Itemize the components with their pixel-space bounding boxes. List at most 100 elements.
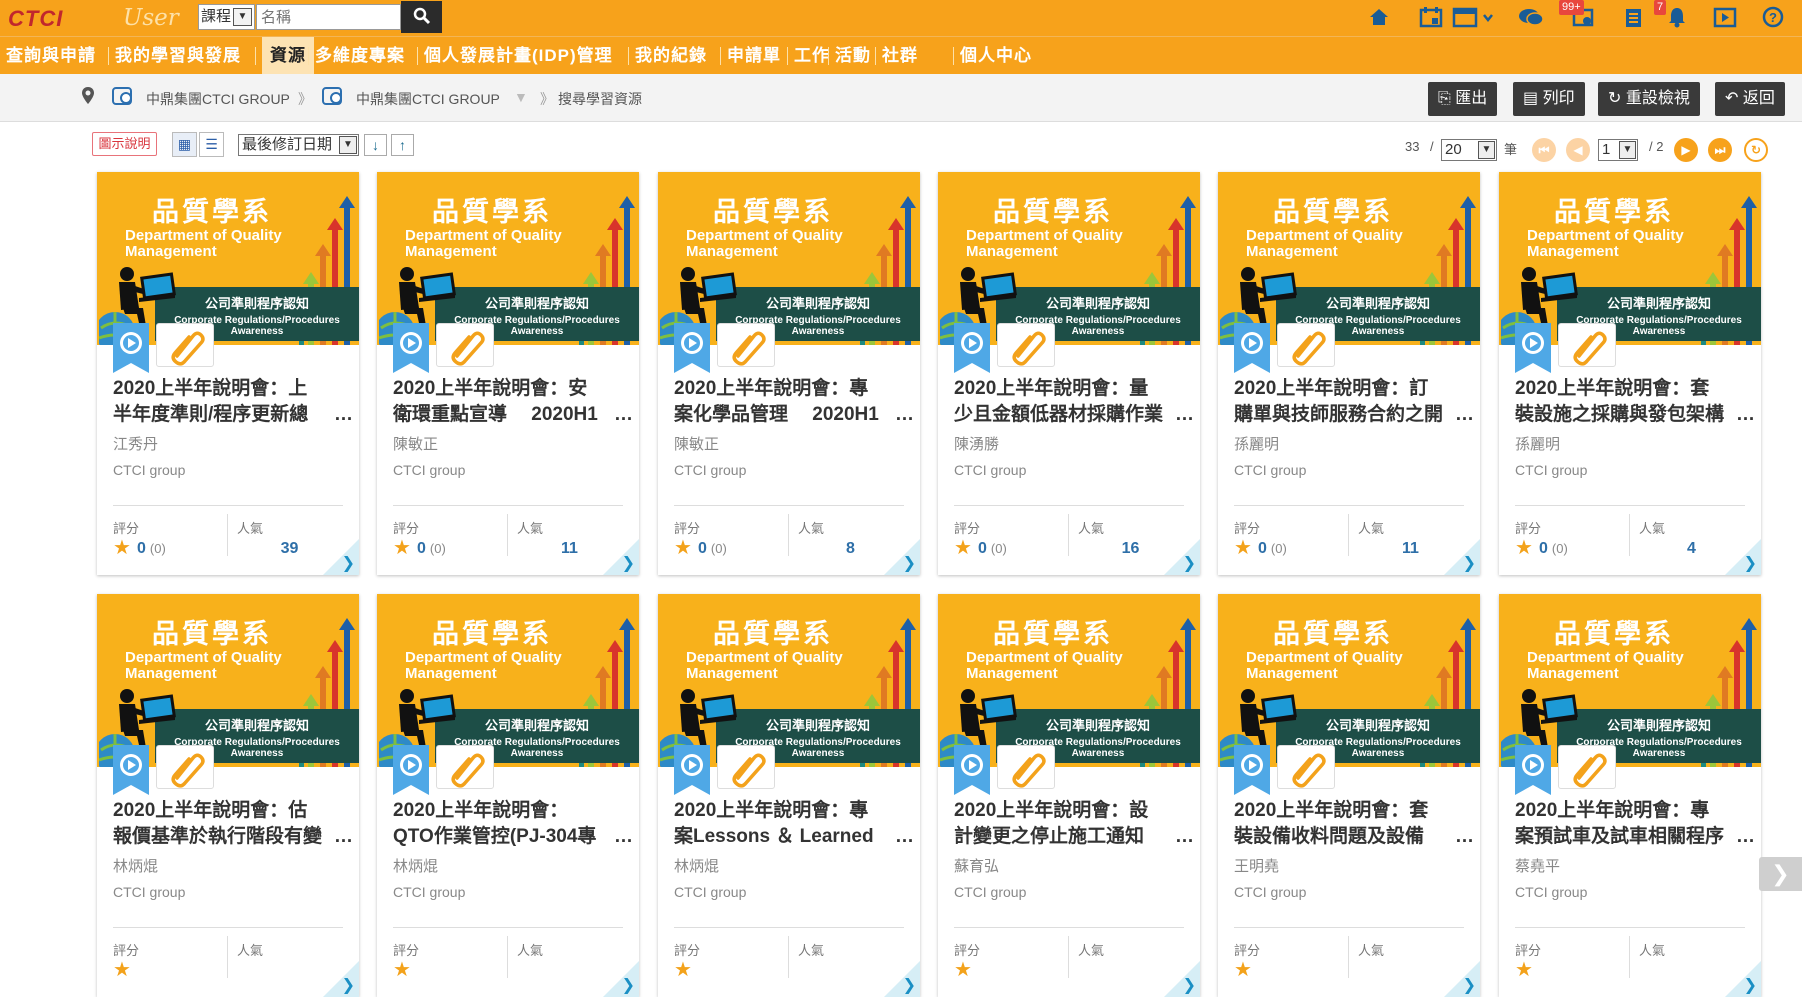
attachment-icon[interactable] bbox=[436, 745, 494, 789]
chevron-right-icon[interactable]: ❯ bbox=[1463, 975, 1476, 995]
attachment-icon[interactable] bbox=[436, 323, 494, 367]
chevron-right-icon[interactable]: ❯ bbox=[1744, 553, 1757, 573]
search-button[interactable] bbox=[401, 1, 442, 33]
course-card[interactable]: 品質學系 Department of Quality Management 公司準則程… bbox=[97, 594, 359, 997]
calendar-icon[interactable] bbox=[1418, 6, 1444, 30]
nav-item-0[interactable]: 查詢與申請 bbox=[6, 37, 96, 75]
attachment-icon[interactable] bbox=[1558, 323, 1616, 367]
chevron-right-icon[interactable]: ❯ bbox=[903, 975, 916, 995]
document-list-icon[interactable] bbox=[1620, 6, 1646, 30]
course-card[interactable]: 品質學系 Department of Quality Management 公司準則程… bbox=[938, 594, 1200, 997]
course-thumbnail[interactable]: 品質學系 Department of Quality Management 公司準則程… bbox=[377, 594, 639, 767]
chevron-right-icon[interactable]: ❯ bbox=[903, 553, 916, 573]
nav-item-9[interactable]: 社群 bbox=[882, 37, 918, 75]
breadcrumb-item-org[interactable]: 中鼎集團CTCI GROUP bbox=[146, 89, 290, 109]
chevron-right-icon[interactable]: ❯ bbox=[1744, 975, 1757, 995]
course-thumbnail[interactable]: 品質學系 Department of Quality Management 公司準則程… bbox=[658, 172, 920, 345]
legend-button[interactable]: 圖示說明 bbox=[92, 132, 157, 156]
course-thumbnail[interactable]: 品質學系 Department of Quality Management 公司準則程… bbox=[938, 594, 1200, 767]
course-title[interactable]: 2020上半年說明會：專 案Lessons ＆ Learned… bbox=[674, 798, 914, 850]
back-button[interactable]: ↶ 返回 bbox=[1715, 82, 1785, 116]
course-title[interactable]: 2020上半年說明會：套 裝設施之採購與發包架構… bbox=[1515, 376, 1755, 428]
attachment-icon[interactable] bbox=[1558, 745, 1616, 789]
course-card[interactable]: 品質學系 Department of Quality Management 公司準則程… bbox=[1499, 594, 1761, 997]
nav-item-2[interactable]: 資源 bbox=[262, 37, 314, 75]
course-title[interactable]: 2020上半年說明會：設 計變更之停止施工通知… bbox=[954, 798, 1194, 850]
sort-select[interactable]: 最後修訂日期 ▼ bbox=[238, 134, 359, 156]
course-title[interactable]: 2020上半年說明會：專 案化學品管理 2020H1… bbox=[674, 376, 914, 428]
sort-asc-icon[interactable]: ↑ bbox=[391, 134, 414, 156]
attachment-icon[interactable] bbox=[156, 745, 214, 789]
nav-item-8[interactable]: 活動 bbox=[835, 37, 871, 75]
nav-item-10[interactable]: 個人中心 bbox=[960, 37, 1032, 75]
course-title[interactable]: 2020上半年說明會：上 半年度準則/程序更新總… bbox=[113, 376, 353, 428]
course-thumbnail[interactable]: 品質學系 Department of Quality Management 公司準則程… bbox=[1499, 594, 1761, 767]
course-card[interactable]: 品質學系 Department of Quality Management 公司準則程… bbox=[658, 594, 920, 997]
nav-item-5[interactable]: 我的紀錄 bbox=[635, 37, 707, 75]
course-thumbnail[interactable]: 品質學系 Department of Quality Management 公司準則程… bbox=[658, 594, 920, 767]
course-title[interactable]: 2020上半年說明會：安 衛環重點宣導 2020H1… bbox=[393, 376, 633, 428]
window-menu-icon[interactable] bbox=[1452, 6, 1496, 30]
refresh-icon[interactable]: ↻ bbox=[1744, 138, 1768, 162]
reset-view-button[interactable]: ↻ 重設檢視 bbox=[1598, 82, 1700, 116]
course-card[interactable]: 品質學系 Department of Quality Management 公司準則程… bbox=[377, 594, 639, 997]
nav-item-7[interactable]: 工作 bbox=[794, 37, 830, 75]
course-card[interactable]: 品質學系 Department of Quality Management 公司準則程… bbox=[658, 172, 920, 575]
export-button[interactable]: ⎘ 匯出 bbox=[1428, 82, 1498, 116]
nav-item-1[interactable]: 我的學習與發展 bbox=[115, 37, 241, 75]
course-card[interactable]: 品質學系 Department of Quality Management 公司準則程… bbox=[97, 172, 359, 575]
chevron-right-icon[interactable]: ❯ bbox=[1183, 975, 1196, 995]
course-title[interactable]: 2020上半年說明會： QTO作業管控(PJ-304專… bbox=[393, 798, 633, 850]
attachment-icon[interactable] bbox=[1277, 745, 1335, 789]
nav-item-4[interactable]: 個人發展計畫(IDP)管理 bbox=[424, 37, 613, 75]
course-card[interactable]: 品質學系 Department of Quality Management 公司準則程… bbox=[377, 172, 639, 575]
bell-icon[interactable] bbox=[1664, 6, 1690, 30]
chevron-right-icon[interactable]: ❯ bbox=[622, 553, 635, 573]
course-thumbnail[interactable]: 品質學系 Department of Quality Management 公司準則程… bbox=[1218, 594, 1480, 767]
attachment-icon[interactable] bbox=[997, 323, 1055, 367]
next-page-icon[interactable]: ▶ bbox=[1674, 138, 1698, 162]
course-title[interactable]: 2020上半年說明會：估 報價基準於執行階段有變… bbox=[113, 798, 353, 850]
course-title[interactable]: 2020上半年說明會：訂 購單與技師服務合約之開… bbox=[1234, 376, 1474, 428]
search-type-select[interactable]: 課程 ▼ bbox=[198, 4, 255, 30]
chevron-right-icon[interactable]: ❯ bbox=[622, 975, 635, 995]
page-select[interactable]: 1 ▼ bbox=[1598, 139, 1638, 161]
nav-item-3[interactable]: 多維度專案 bbox=[315, 37, 405, 75]
course-card[interactable]: 品質學系 Department of Quality Management 公司準則程… bbox=[1218, 594, 1480, 997]
search-input[interactable] bbox=[256, 4, 401, 30]
course-thumbnail[interactable]: 品質學系 Department of Quality Management 公司準則程… bbox=[1218, 172, 1480, 345]
course-thumbnail[interactable]: 品質學系 Department of Quality Management 公司準則程… bbox=[938, 172, 1200, 345]
chevron-right-icon[interactable]: ❯ bbox=[342, 975, 355, 995]
chat-icon[interactable] bbox=[1518, 6, 1544, 30]
course-thumbnail[interactable]: 品質學系 Department of Quality Management 公司準則程… bbox=[1499, 172, 1761, 345]
nav-item-6[interactable]: 申請單 bbox=[727, 37, 781, 75]
chevron-right-icon[interactable]: ❯ bbox=[1463, 553, 1476, 573]
course-card[interactable]: 品質學系 Department of Quality Management 公司準則程… bbox=[1218, 172, 1480, 575]
course-title[interactable]: 2020上半年說明會：專 案預試車及試車相關程序… bbox=[1515, 798, 1755, 850]
list-view-icon[interactable]: ☰ bbox=[199, 132, 224, 157]
chevron-right-icon[interactable]: ❯ bbox=[342, 553, 355, 573]
attachment-icon[interactable] bbox=[997, 745, 1055, 789]
next-arrow-icon[interactable]: ❯ bbox=[1759, 857, 1802, 891]
grid-view-icon[interactable]: ▦ bbox=[172, 132, 197, 157]
course-thumbnail[interactable]: 品質學系 Department of Quality Management 公司準則程… bbox=[97, 594, 359, 767]
first-page-icon[interactable]: ⏮ bbox=[1532, 138, 1556, 162]
attachment-icon[interactable] bbox=[717, 323, 775, 367]
chevron-down-icon[interactable]: ▼ bbox=[514, 89, 528, 105]
sort-desc-icon[interactable]: ↓ bbox=[364, 134, 387, 156]
course-card[interactable]: 品質學系 Department of Quality Management 公司準則程… bbox=[1499, 172, 1761, 575]
course-thumbnail[interactable]: 品質學系 Department of Quality Management 公司準則程… bbox=[97, 172, 359, 345]
course-title[interactable]: 2020上半年說明會：套 裝設備收料問題及設備… bbox=[1234, 798, 1474, 850]
course-title[interactable]: 2020上半年說明會：量 少且金額低器材採購作業… bbox=[954, 376, 1194, 428]
attachment-icon[interactable] bbox=[1277, 323, 1335, 367]
help-icon[interactable]: ? bbox=[1760, 6, 1786, 30]
course-thumbnail[interactable]: 品質學系 Department of Quality Management 公司準則程… bbox=[377, 172, 639, 345]
ctci-logo[interactable]: CTCI bbox=[8, 6, 63, 32]
page-size-select[interactable]: 20 ▼ bbox=[1441, 139, 1497, 161]
attachment-icon[interactable] bbox=[156, 323, 214, 367]
breadcrumb-item-org2[interactable]: 中鼎集團CTCI GROUP bbox=[356, 89, 500, 109]
prev-page-icon[interactable]: ◀ bbox=[1566, 138, 1590, 162]
chevron-right-icon[interactable]: ❯ bbox=[1183, 553, 1196, 573]
video-icon[interactable] bbox=[1712, 6, 1738, 30]
course-card[interactable]: 品質學系 Department of Quality Management 公司準則程… bbox=[938, 172, 1200, 575]
